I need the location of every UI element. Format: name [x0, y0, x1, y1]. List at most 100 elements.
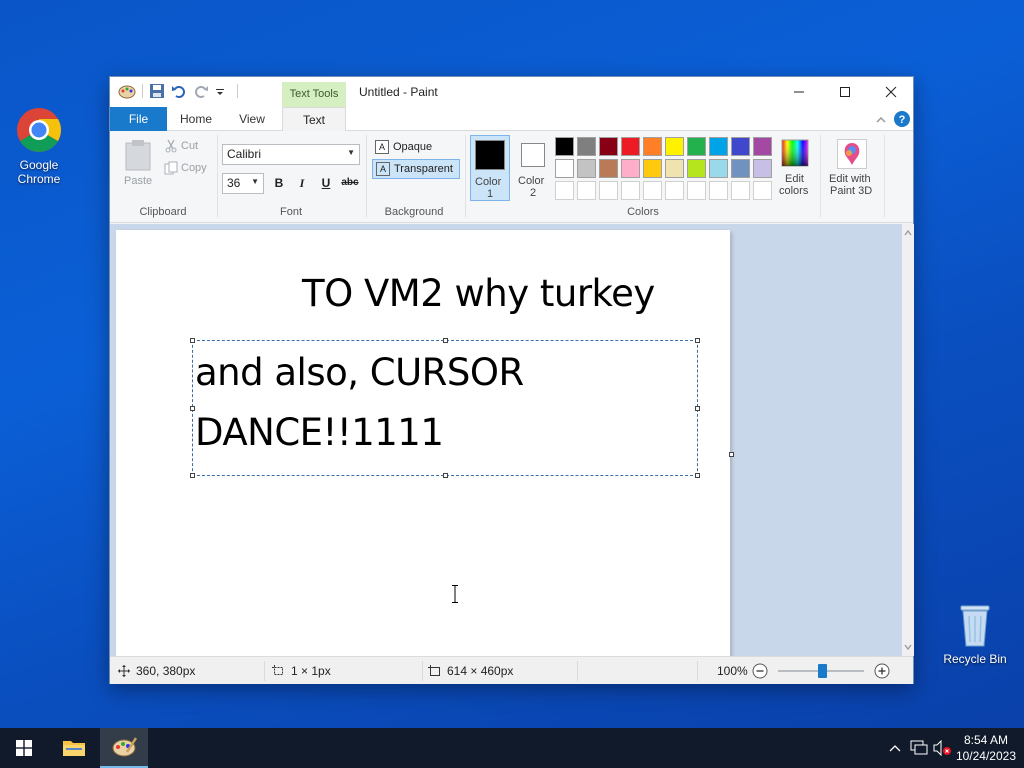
paint-taskbar-button[interactable] [100, 728, 148, 768]
resize-handle[interactable] [190, 338, 195, 343]
scroll-down-icon[interactable] [902, 642, 914, 652]
palette-swatch[interactable] [709, 137, 728, 156]
palette-swatch[interactable] [753, 137, 772, 156]
collapse-ribbon-icon[interactable] [875, 115, 887, 125]
font-family-value: Calibri [227, 147, 262, 161]
palette-swatch[interactable] [621, 137, 640, 156]
palette-swatch[interactable] [665, 159, 684, 178]
palette-swatch[interactable] [687, 137, 706, 156]
paint-app-icon[interactable] [118, 83, 136, 99]
minimize-button[interactable] [776, 77, 822, 107]
color2-label-2: 2 [530, 187, 537, 199]
palette-swatch[interactable] [555, 159, 574, 178]
palette-swatch[interactable] [665, 137, 684, 156]
tab-text[interactable]: Text [282, 107, 346, 132]
palette-swatch[interactable] [621, 159, 640, 178]
start-button[interactable] [0, 728, 48, 768]
palette-swatch[interactable] [731, 159, 750, 178]
palette-swatch[interactable] [599, 137, 618, 156]
transparent-option[interactable]: A Transparent [372, 159, 460, 179]
palette-swatch[interactable] [621, 181, 640, 200]
palette-swatch[interactable] [753, 181, 772, 200]
recycle-bin-label: Recycle Bin [943, 652, 1007, 666]
zoom-value: 100% [717, 664, 748, 678]
palette-swatch[interactable] [665, 181, 684, 200]
help-icon[interactable]: ? [894, 111, 910, 127]
chevron-down-icon: ▼ [251, 177, 259, 186]
italic-button[interactable]: I [293, 174, 311, 192]
text-edit-box[interactable]: and also, CURSOR DANCE!!1111 [190, 338, 700, 478]
copy-button[interactable]: Copy [162, 159, 218, 177]
bold-button[interactable]: B [270, 174, 288, 192]
palette-swatch[interactable] [687, 181, 706, 200]
zoom-out-icon[interactable] [752, 663, 768, 679]
palette-swatch[interactable] [643, 137, 662, 156]
palette-swatch[interactable] [753, 159, 772, 178]
maximize-button[interactable] [822, 77, 868, 107]
palette-swatch[interactable] [731, 137, 750, 156]
edit-with-paint3d-button[interactable]: Edit with Paint 3D [824, 137, 880, 201]
resize-handle[interactable] [695, 338, 700, 343]
underline-button[interactable]: U [317, 174, 335, 192]
windows-logo-icon [16, 740, 32, 756]
volume-muted-icon[interactable] [933, 740, 953, 756]
palette-swatch[interactable] [731, 181, 750, 200]
palette-swatch[interactable] [599, 159, 618, 178]
canvas-text-line-3: DANCE!!1111 [195, 411, 444, 454]
redo-icon[interactable] [193, 83, 209, 99]
font-family-select[interactable]: Calibri ▼ [222, 144, 360, 165]
paste-button[interactable]: Paste [120, 137, 156, 191]
save-icon[interactable] [149, 83, 165, 99]
palette-swatch[interactable] [555, 137, 574, 156]
opaque-option[interactable]: A Opaque [372, 137, 460, 157]
tab-file[interactable]: File [110, 107, 167, 131]
color2-button[interactable]: Color 2 [514, 135, 554, 201]
edit-colors-button[interactable]: Edit colors [776, 137, 816, 201]
customize-qat-icon[interactable] [215, 83, 225, 99]
resize-handle[interactable] [190, 473, 195, 478]
palette-swatch[interactable] [643, 181, 662, 200]
chrome-icon [17, 108, 61, 152]
palette-swatch[interactable] [687, 159, 706, 178]
color1-label-2: 1 [487, 188, 494, 200]
title-bar[interactable]: Text Tools Untitled - Paint [110, 77, 913, 107]
zoom-in-icon[interactable] [874, 663, 890, 679]
resize-handle[interactable] [695, 406, 700, 411]
network-icon[interactable] [910, 740, 928, 756]
cut-button[interactable]: Cut [162, 137, 212, 155]
file-explorer-button[interactable] [50, 728, 98, 768]
resize-handle[interactable] [695, 473, 700, 478]
scroll-up-icon[interactable] [902, 228, 914, 238]
tab-view[interactable]: View [228, 107, 276, 131]
palette-swatch[interactable] [577, 181, 596, 200]
palette-swatch[interactable] [555, 181, 574, 200]
palette-swatch[interactable] [577, 159, 596, 178]
undo-icon[interactable] [171, 83, 187, 99]
resize-handle[interactable] [443, 338, 448, 343]
quick-access-toolbar [118, 83, 238, 99]
strikethrough-button[interactable]: abc [338, 174, 362, 192]
font-size-select[interactable]: 36 ▼ [222, 173, 264, 194]
zoom-slider[interactable] [778, 664, 864, 678]
palette-swatch[interactable] [709, 159, 728, 178]
palette-swatch[interactable] [577, 137, 596, 156]
selection-size: 1 × 1px [272, 664, 331, 678]
show-hidden-icons-icon[interactable] [889, 743, 901, 753]
recycle-bin-icon [960, 605, 990, 647]
close-button[interactable] [868, 77, 914, 107]
tab-home[interactable]: Home [170, 107, 222, 131]
system-clock[interactable]: 8:54 AM 10/24/2023 [956, 732, 1016, 764]
drawing-canvas[interactable]: TO VM2 why turkey and also, CURSOR DANCE… [116, 230, 730, 656]
desktop-icon-chrome[interactable]: Google Chrome [2, 106, 76, 186]
resize-handle[interactable] [190, 406, 195, 411]
resize-handle[interactable] [443, 473, 448, 478]
svg-text:?: ? [899, 114, 906, 126]
palette-swatch[interactable] [709, 181, 728, 200]
vertical-scrollbar[interactable] [902, 224, 914, 656]
desktop-icon-recycle-bin[interactable]: Recycle Bin [938, 600, 1012, 666]
zoom-slider-thumb[interactable] [818, 664, 827, 678]
canvas-resize-handle[interactable] [729, 452, 734, 457]
palette-swatch[interactable] [643, 159, 662, 178]
palette-swatch[interactable] [599, 181, 618, 200]
color1-button[interactable]: Color 1 [470, 135, 510, 201]
